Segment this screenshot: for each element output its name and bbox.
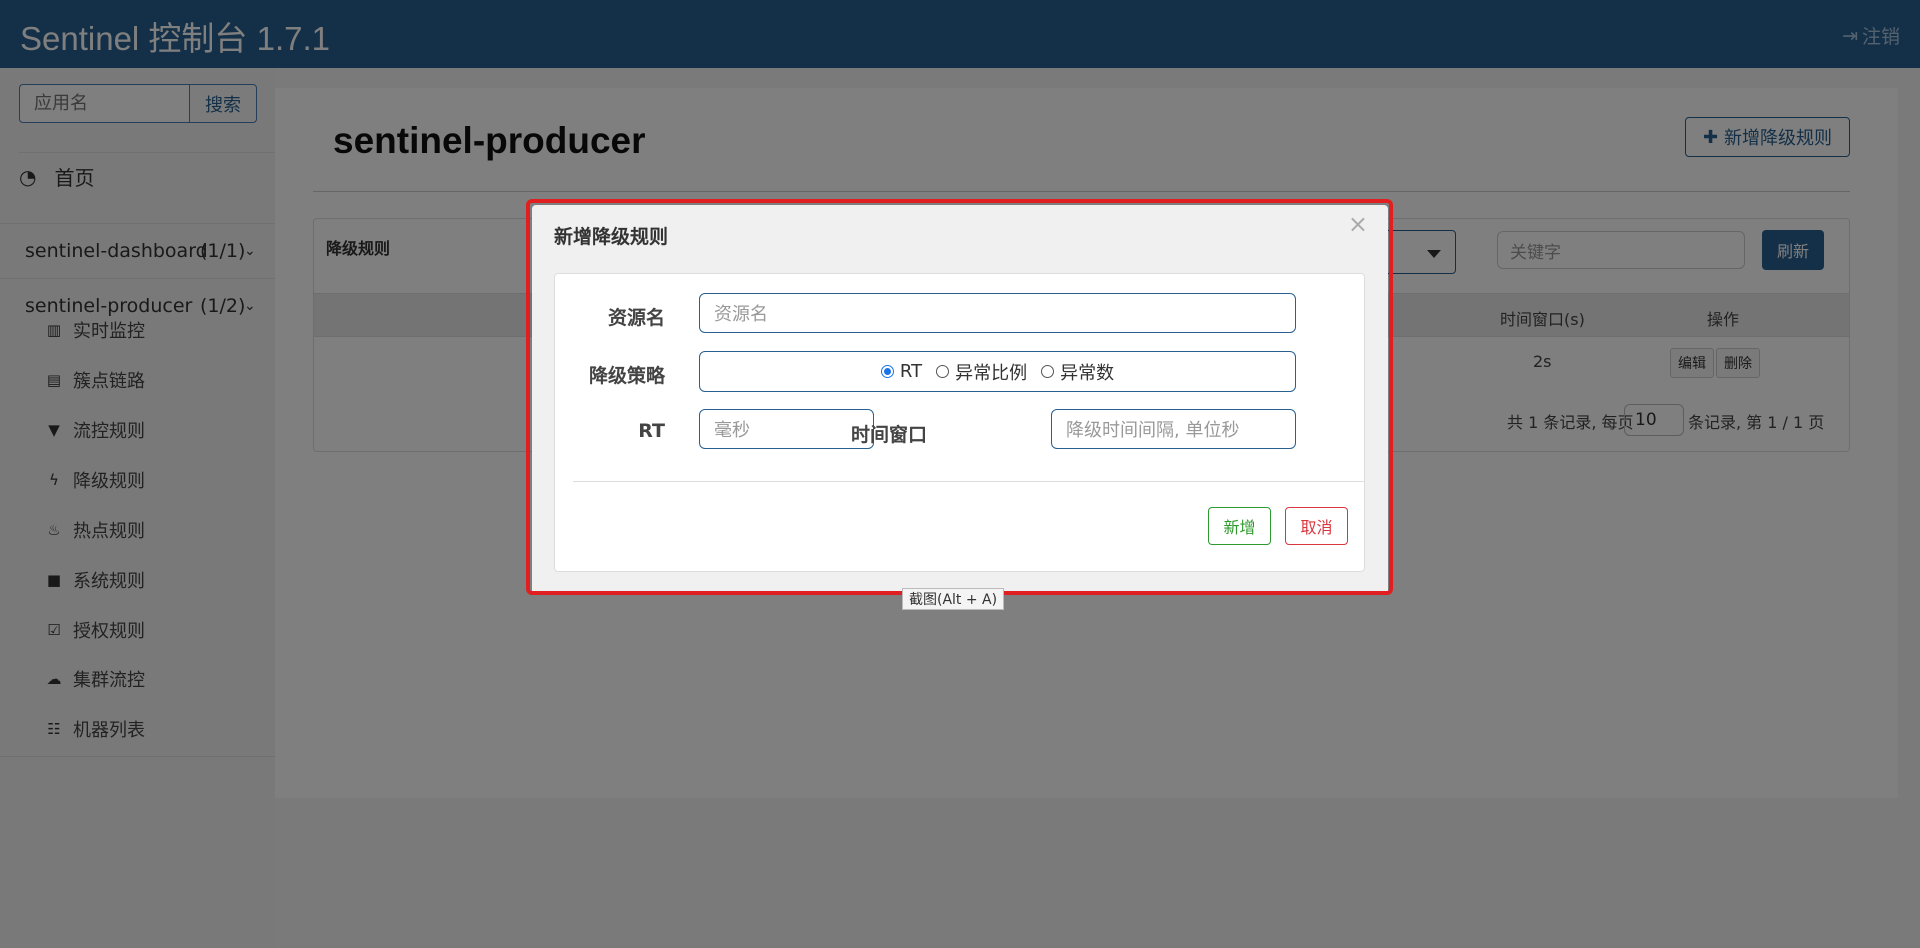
radio-unchecked-icon bbox=[1041, 365, 1055, 378]
radio-label: RT bbox=[899, 361, 923, 382]
radio-label: 异常数 bbox=[1060, 362, 1115, 384]
strategy-radio-exception-ratio[interactable]: 异常比例 bbox=[936, 359, 1027, 385]
radio-checked-icon bbox=[880, 365, 894, 378]
time-window-input[interactable]: 降级时间间隔, 单位秒 bbox=[1051, 409, 1296, 449]
add-button[interactable]: 新增 bbox=[1208, 507, 1271, 545]
strategy-label: 降级策略 bbox=[588, 365, 665, 387]
close-icon[interactable]: × bbox=[1348, 210, 1368, 238]
strategy-radio-rt[interactable]: RT bbox=[880, 361, 923, 382]
radio-label: 异常比例 bbox=[955, 362, 1028, 384]
radio-unchecked-icon bbox=[936, 365, 950, 378]
rt-label: RT bbox=[638, 420, 665, 442]
screenshot-tooltip: 截图(Alt + A) bbox=[902, 588, 1005, 610]
dialog-form: 资源名 资源名 降级策略 RT 异常比例 异常数 RT 毫秒 时间窗口 降级时间… bbox=[554, 273, 1365, 572]
time-window-label: 时间窗口 bbox=[850, 424, 927, 446]
dialog-divider bbox=[573, 481, 1364, 482]
resource-input[interactable]: 资源名 bbox=[699, 293, 1296, 333]
strategy-radio-exception-count[interactable]: 异常数 bbox=[1041, 359, 1114, 385]
resource-label: 资源名 bbox=[607, 307, 665, 329]
add-degrade-rule-dialog: 新增降级规则 × 资源名 资源名 降级策略 RT 异常比例 异常数 RT 毫秒 … bbox=[532, 205, 1388, 595]
dialog-title: 新增降级规则 bbox=[554, 226, 669, 248]
cancel-button[interactable]: 取消 bbox=[1285, 507, 1348, 545]
strategy-radio-group: RT 异常比例 异常数 bbox=[699, 351, 1296, 392]
